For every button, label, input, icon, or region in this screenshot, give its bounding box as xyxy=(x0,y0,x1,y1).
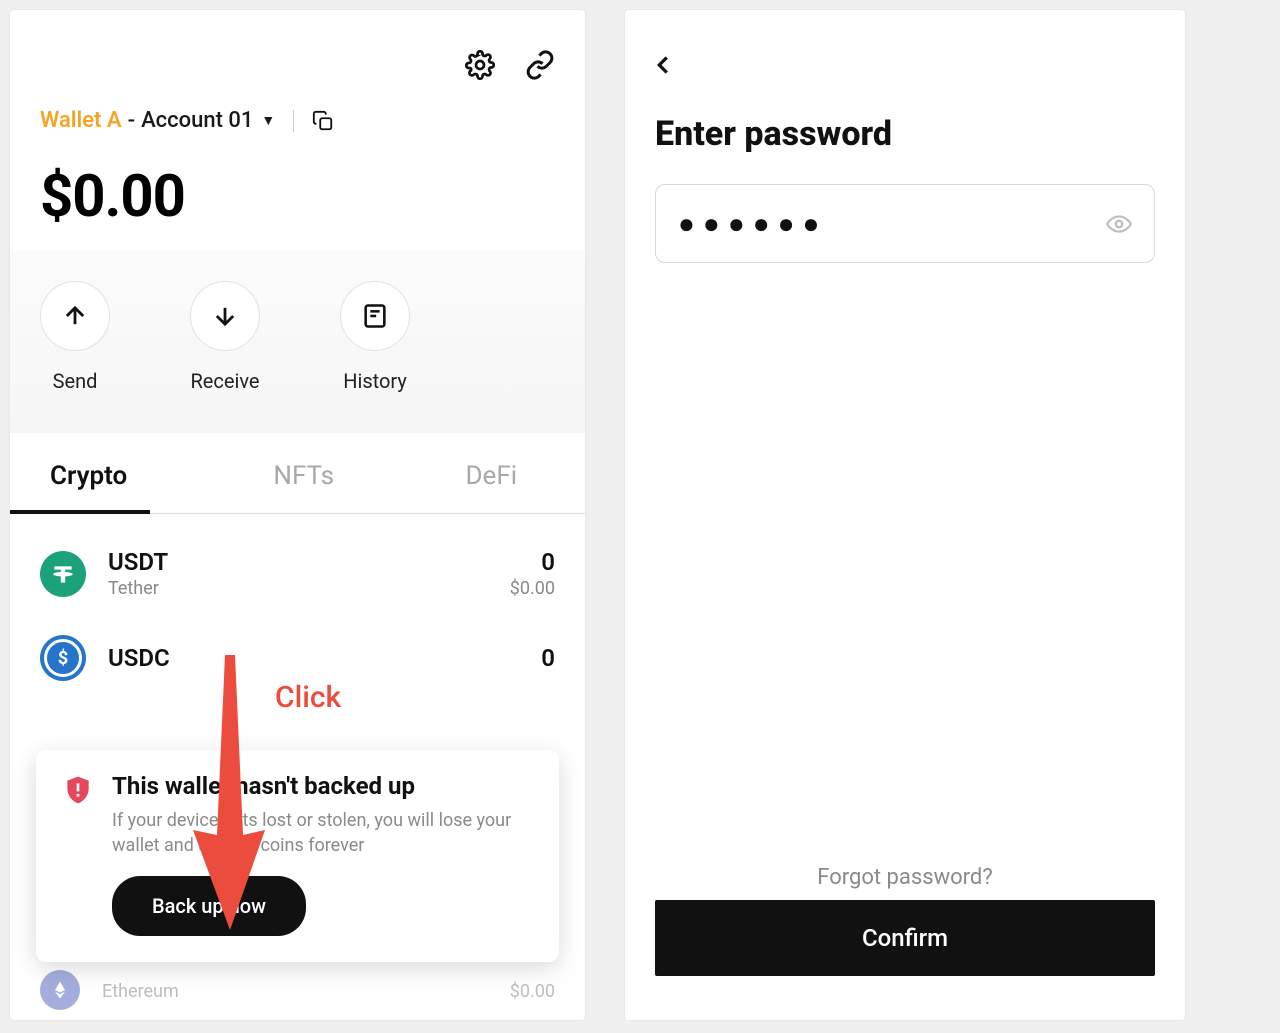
history-button[interactable]: History xyxy=(340,281,410,393)
asset-fiat: $0.00 xyxy=(510,578,555,599)
wallet-name: Wallet A xyxy=(40,108,122,133)
gear-icon[interactable] xyxy=(465,50,495,80)
action-panel: Send Receive History xyxy=(10,251,585,433)
asset-quantity: 0 xyxy=(510,548,555,576)
copy-icon[interactable] xyxy=(312,110,334,132)
asset-name: Tether xyxy=(108,578,510,599)
usdc-icon: $ xyxy=(40,635,86,681)
tab-crypto[interactable]: Crypto xyxy=(10,435,210,513)
asset-row-usdc[interactable]: $ USDC 0 xyxy=(40,617,555,699)
password-input[interactable]: ●●●●●● xyxy=(655,184,1155,263)
asset-row-eth-partial[interactable]: Ethereum $0.00 xyxy=(40,970,555,1010)
asset-quantity: 0 xyxy=(541,644,555,672)
forgot-password-link[interactable]: Forgot password? xyxy=(625,865,1185,890)
enter-password-screen: Enter password ●●●●●● Forgot password? C… xyxy=(625,10,1185,1020)
page-title: Enter password xyxy=(625,80,1185,184)
asset-symbol: USDC xyxy=(108,644,541,672)
balance-value: $0.00 xyxy=(10,133,585,251)
wallet-home-screen: Wallet A - Account 01 ▼ $0.00 Send Recei… xyxy=(10,10,585,1020)
account-selector[interactable]: Wallet A - Account 01 ▼ xyxy=(10,90,585,133)
shield-alert-icon xyxy=(62,774,94,936)
asset-name: Ethereum xyxy=(102,981,179,1002)
tab-defi[interactable]: DeFi xyxy=(398,435,586,513)
confirm-button[interactable]: Confirm xyxy=(655,900,1155,976)
backup-description: If your device gets lost or stolen, you … xyxy=(112,808,533,858)
eye-icon[interactable] xyxy=(1106,211,1132,237)
arrow-up-icon xyxy=(61,302,89,330)
backup-warning-card: This wallet hasn't backed up If your dev… xyxy=(36,750,559,962)
chevron-down-icon: ▼ xyxy=(261,112,275,129)
tab-nfts[interactable]: NFTs xyxy=(210,435,398,513)
password-mask: ●●●●●● xyxy=(678,207,1106,240)
history-icon xyxy=(361,302,389,330)
account-name: Account 01 xyxy=(141,108,253,133)
usdt-icon xyxy=(40,551,86,597)
eth-icon xyxy=(40,970,80,1010)
asset-tabs: Crypto NFTs DeFi xyxy=(10,435,585,514)
send-button[interactable]: Send xyxy=(40,281,110,393)
backup-now-button[interactable]: Back up now xyxy=(112,876,306,936)
asset-symbol: USDT xyxy=(108,548,510,576)
asset-row-usdt[interactable]: USDT Tether 0 $0.00 xyxy=(40,530,555,617)
asset-fiat: $0.00 xyxy=(510,981,555,1002)
backup-title: This wallet hasn't backed up xyxy=(112,772,533,800)
arrow-down-icon xyxy=(211,302,239,330)
receive-button[interactable]: Receive xyxy=(190,281,260,393)
back-icon[interactable] xyxy=(648,50,1155,80)
link-icon[interactable] xyxy=(525,50,555,80)
asset-list: USDT Tether 0 $0.00 $ USDC 0 xyxy=(10,514,585,699)
topbar xyxy=(10,10,585,90)
